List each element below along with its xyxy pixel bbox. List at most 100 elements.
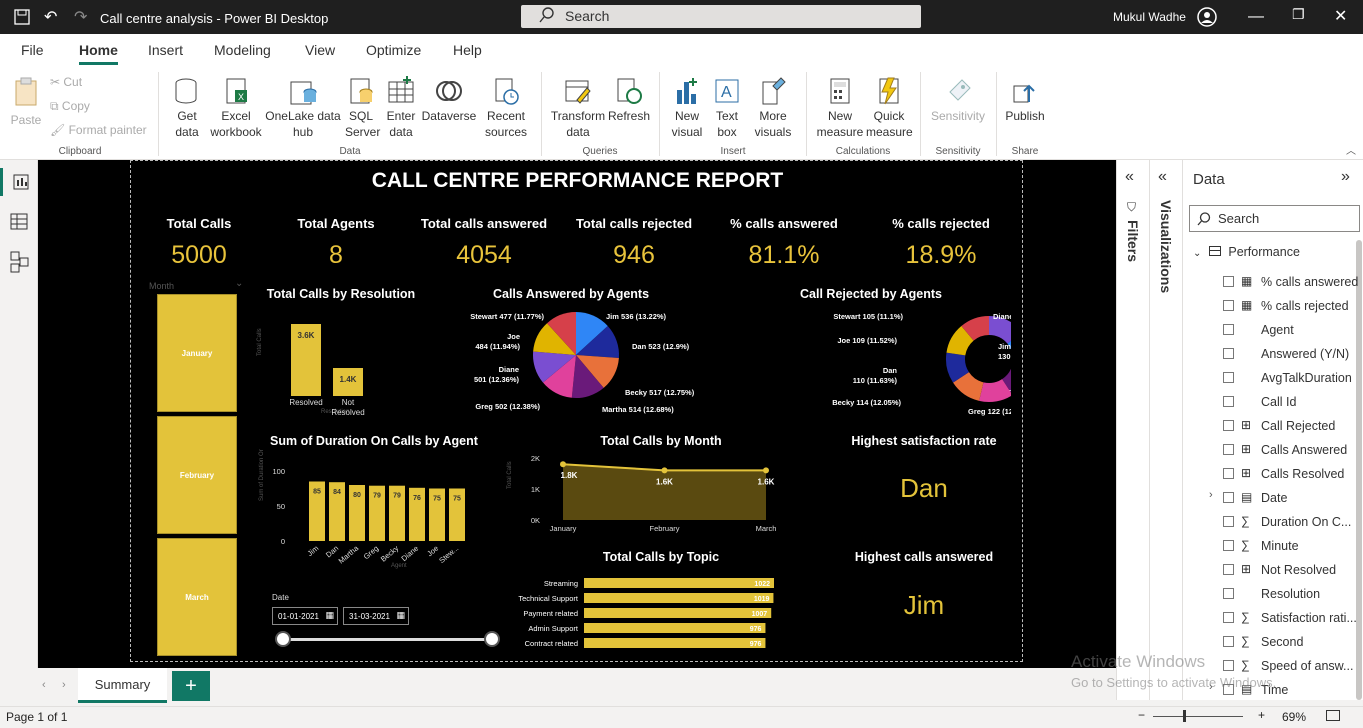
date-range-end-handle[interactable] [484, 631, 500, 647]
get-data-button[interactable]: Get data [166, 74, 208, 140]
field-row[interactable]: ⊞ Calls Resolved [1183, 463, 1353, 485]
prev-page-icon[interactable]: ‹ [42, 679, 46, 691]
field-row[interactable]: › ▤ Date [1183, 487, 1353, 509]
collapse-ribbon-icon[interactable]: ︿ [1346, 142, 1356, 157]
field-checkbox[interactable] [1223, 492, 1234, 503]
model-view-icon[interactable] [0, 248, 38, 276]
new-measure-button[interactable]: New measure [814, 74, 866, 140]
tab-help[interactable]: Help [453, 42, 482, 58]
scrollbar[interactable] [1356, 240, 1362, 700]
month-slicer-header: Month [149, 281, 175, 291]
fit-to-page-icon[interactable] [1326, 710, 1340, 721]
zoom-level[interactable]: 69% [1282, 710, 1306, 724]
cut-button[interactable]: ✂ Cut [50, 75, 82, 89]
field-row[interactable]: ⊞ Call Rejected [1183, 415, 1353, 437]
field-row[interactable]: Answered (Y/N) [1183, 343, 1353, 365]
search-box[interactable]: Search [521, 5, 921, 28]
recent-sources-button[interactable]: Recent sources [478, 74, 534, 140]
sensitivity-button[interactable]: Sensitivity [928, 74, 988, 124]
field-checkbox[interactable] [1223, 444, 1234, 455]
field-row[interactable]: AvgTalkDuration [1183, 367, 1353, 389]
field-checkbox[interactable] [1223, 276, 1234, 287]
date-range-start-handle[interactable] [275, 631, 291, 647]
field-checkbox[interactable] [1223, 564, 1234, 575]
dataverse-button[interactable]: Dataverse [420, 74, 478, 124]
expand-visualizations-icon[interactable]: « [1158, 168, 1167, 186]
data-search-input[interactable]: Search [1189, 205, 1360, 232]
zoom-in-icon[interactable]: + [1258, 708, 1265, 722]
field-row[interactable]: Call Id [1183, 391, 1353, 413]
add-page-button[interactable]: + [172, 671, 210, 701]
new-visual-button[interactable]: New visual [666, 74, 708, 140]
date-from-input[interactable]: 01-01-2021 ▦ [272, 607, 338, 625]
field-checkbox[interactable] [1223, 516, 1234, 527]
tab-insert[interactable]: Insert [148, 42, 183, 58]
field-checkbox[interactable] [1223, 300, 1234, 311]
field-checkbox[interactable] [1223, 540, 1234, 551]
field-row[interactable]: ∑ Second [1183, 631, 1353, 653]
tab-home[interactable]: Home [79, 42, 118, 58]
slice-label: Jim 536 (13.22%) [606, 312, 667, 321]
refresh-button[interactable]: Refresh [608, 74, 650, 124]
field-checkbox[interactable] [1223, 396, 1234, 407]
redo-icon[interactable]: ↷ [74, 7, 87, 27]
visualizations-pane[interactable]: « Visualizations [1149, 160, 1182, 700]
quick-measure-button[interactable]: Quick measure [866, 74, 913, 140]
format-painter-button[interactable]: 🖌 Format painter [50, 123, 147, 137]
field-row[interactable]: Agent [1183, 319, 1353, 341]
field-row[interactable]: ∑ Duration On C... [1183, 511, 1353, 533]
field-checkbox[interactable] [1223, 420, 1234, 431]
undo-icon[interactable]: ↶ [44, 7, 57, 27]
field-checkbox[interactable] [1223, 324, 1234, 335]
close-icon[interactable]: ✕ [1334, 6, 1347, 26]
excel-button[interactable]: X Excel workbook [208, 74, 264, 140]
avatar-icon[interactable] [1197, 7, 1217, 32]
restore-icon[interactable]: ❐ [1292, 6, 1305, 23]
collapse-data-pane-icon[interactable]: » [1341, 168, 1350, 186]
zoom-slider-thumb[interactable] [1183, 710, 1186, 722]
zoom-out-icon[interactable]: − [1138, 708, 1145, 722]
date-to-input[interactable]: 31-03-2021 ▦ [343, 607, 409, 625]
chevron-down-icon[interactable]: ⌄ [235, 278, 243, 289]
table-performance[interactable]: ⌄ Performance [1193, 245, 1300, 259]
field-row[interactable]: ⊞ Calls Answered [1183, 439, 1353, 461]
slicer-item-march[interactable]: March [157, 538, 237, 656]
report-view-icon[interactable] [0, 168, 38, 196]
publish-button[interactable]: Publish [1002, 74, 1048, 124]
slicer-item-february[interactable]: February [157, 416, 237, 534]
save-icon[interactable] [14, 9, 30, 25]
field-row[interactable]: ⊞ Not Resolved [1183, 559, 1353, 581]
field-checkbox[interactable] [1223, 588, 1234, 599]
next-page-icon[interactable]: › [62, 679, 66, 691]
field-row[interactable]: Resolution [1183, 583, 1353, 605]
zoom-slider-track[interactable] [1153, 716, 1243, 717]
field-row[interactable]: ∑ Satisfaction rati... [1183, 607, 1357, 629]
slicer-item-january[interactable]: January [157, 294, 237, 412]
transform-data-button[interactable]: Transform data [548, 74, 608, 140]
field-checkbox[interactable] [1223, 636, 1234, 647]
sql-server-button[interactable]: SQL Server [342, 74, 380, 140]
tab-optimize[interactable]: Optimize [366, 42, 421, 58]
tab-modeling[interactable]: Modeling [214, 42, 271, 58]
page-tab-summary[interactable]: Summary [78, 668, 167, 703]
filters-pane[interactable]: « ⛉ Filters [1116, 160, 1149, 700]
chevron-right-icon[interactable]: › [1209, 489, 1213, 501]
more-visuals-button[interactable]: More visuals [746, 74, 800, 140]
minimize-icon[interactable]: — [1248, 8, 1264, 26]
onelake-button[interactable]: OneLake data hub [264, 74, 342, 140]
enter-data-button[interactable]: Enter data [382, 74, 420, 140]
expand-filters-icon[interactable]: « [1125, 168, 1134, 186]
field-checkbox[interactable] [1223, 348, 1234, 359]
paste-button[interactable]: Paste [8, 74, 44, 128]
table-view-icon[interactable] [0, 208, 38, 236]
field-row[interactable]: ▦ % calls answered [1183, 271, 1358, 293]
tab-file[interactable]: File [21, 42, 44, 58]
copy-button[interactable]: ⧉ Copy [50, 99, 90, 114]
field-row[interactable]: ▦ % calls rejected [1183, 295, 1353, 317]
text-box-button[interactable]: A Text box [708, 74, 746, 140]
field-row[interactable]: ∑ Minute [1183, 535, 1353, 557]
field-checkbox[interactable] [1223, 372, 1234, 383]
field-checkbox[interactable] [1223, 468, 1234, 479]
field-checkbox[interactable] [1223, 612, 1234, 623]
tab-view[interactable]: View [305, 42, 335, 58]
